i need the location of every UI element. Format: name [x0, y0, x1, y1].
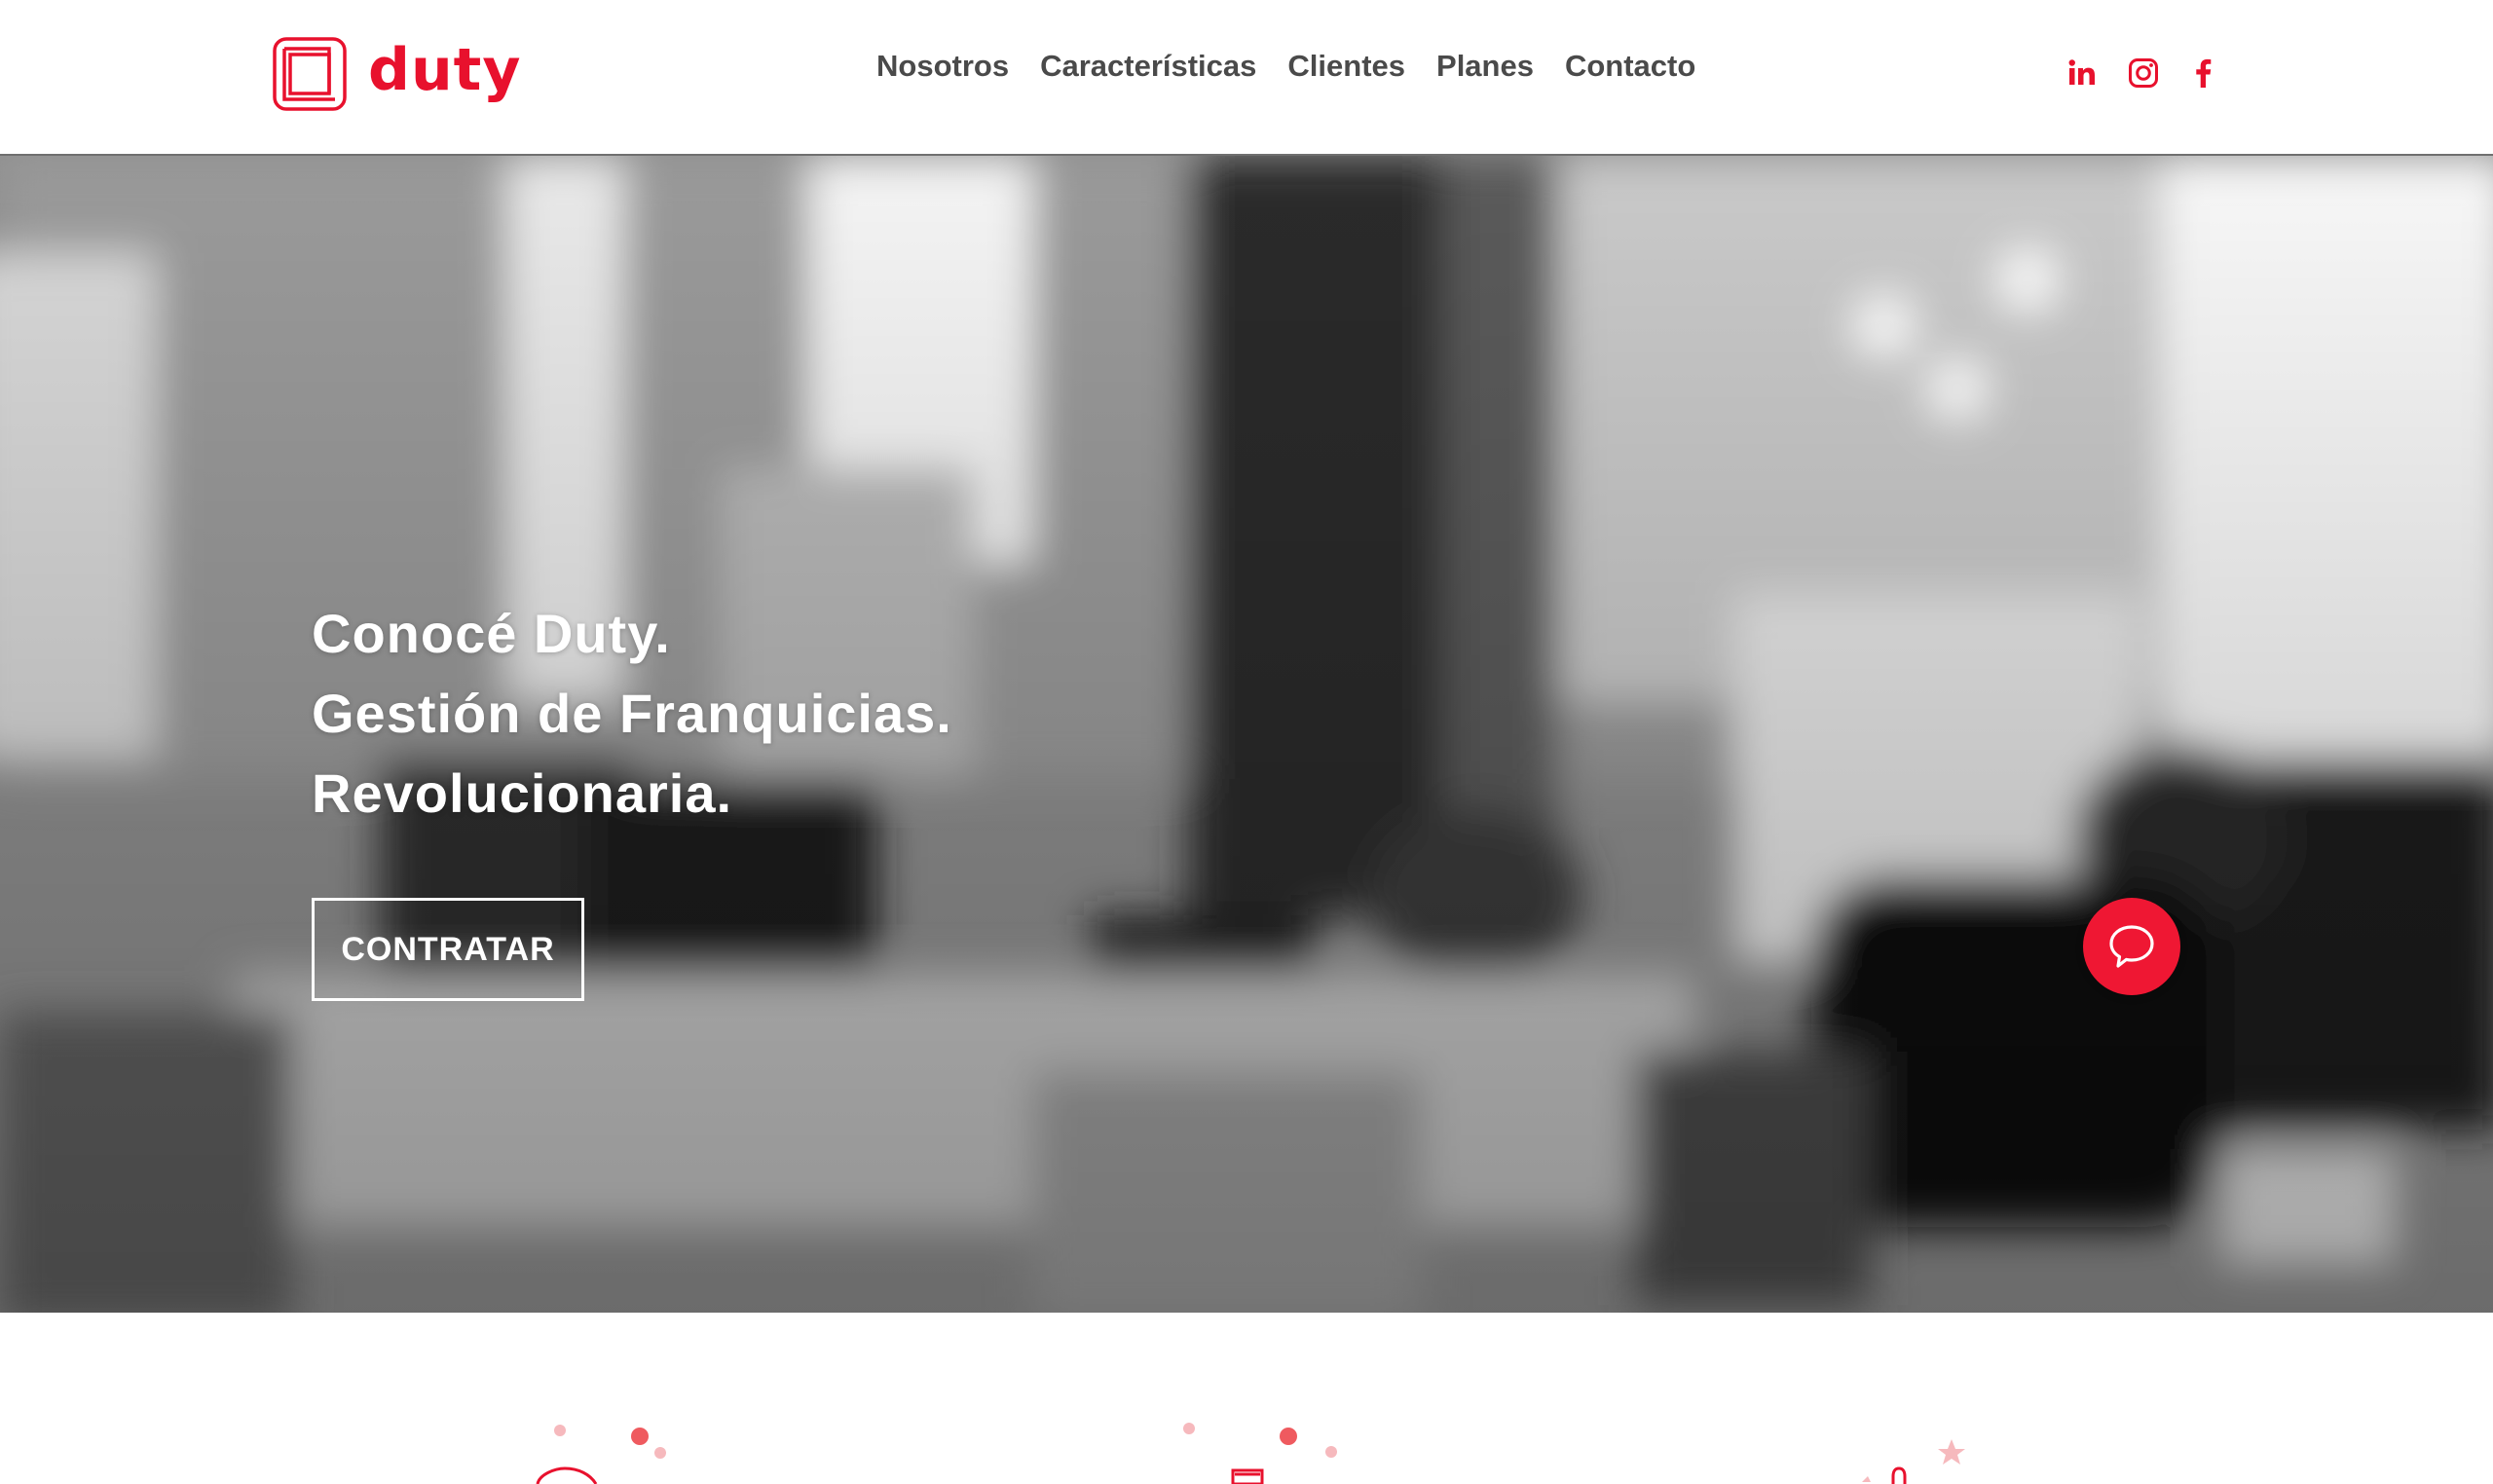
logo-mark-icon — [273, 37, 347, 111]
logo-text: duty — [368, 36, 522, 104]
nav-item-nosotros[interactable]: Nosotros — [876, 49, 1009, 84]
features-section — [0, 1313, 2493, 1484]
main-nav: Nosotros Características Clientes Planes… — [876, 49, 1695, 84]
contratar-button[interactable]: CONTRATAR — [312, 898, 584, 1001]
nav-item-caracteristicas[interactable]: Características — [1040, 49, 1256, 84]
site-header: duty Nosotros Características Clientes P… — [0, 0, 2493, 156]
chat-bubble-icon — [2109, 925, 2154, 968]
feature-icon-1 — [536, 1425, 666, 1484]
nav-item-contacto[interactable]: Contacto — [1565, 49, 1695, 84]
logo[interactable]: duty — [273, 35, 521, 113]
hero-headline: Conocé Duty. Gestión de Franquicias. Rev… — [312, 594, 952, 834]
hero-section: Conocé Duty. Gestión de Franquicias. Rev… — [0, 156, 2493, 1313]
social-links — [2066, 56, 2220, 90]
facebook-icon[interactable] — [2187, 56, 2220, 90]
nav-item-clientes[interactable]: Clientes — [1287, 49, 1405, 84]
hero-line-2: Gestión de Franquicias. — [312, 683, 952, 744]
chat-button[interactable] — [2083, 898, 2180, 995]
feature-icon-2 — [1183, 1423, 1337, 1484]
hero-line-3: Revolucionaria. — [312, 762, 733, 824]
feature-icon-3 — [1862, 1439, 1965, 1484]
nav-item-planes[interactable]: Planes — [1436, 49, 1534, 84]
instagram-icon[interactable] — [2127, 56, 2160, 90]
linkedin-icon[interactable] — [2066, 56, 2100, 90]
hero-line-1: Conocé Duty. — [312, 603, 671, 664]
